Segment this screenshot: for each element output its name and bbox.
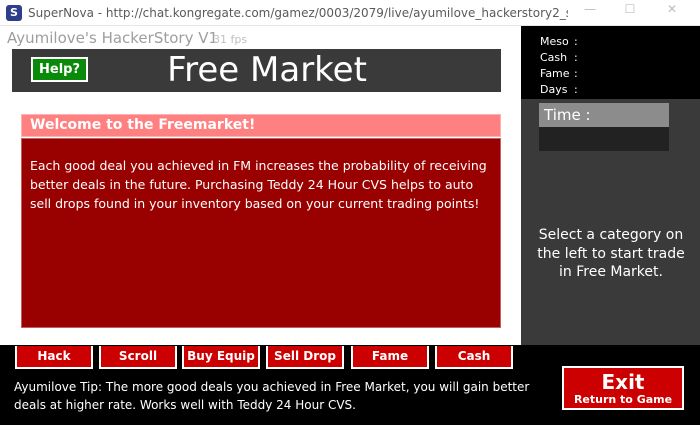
minimize-icon[interactable]: — <box>574 2 606 24</box>
return-to-game-label: Return to Game <box>573 393 673 406</box>
window-titlebar: S SuperNova - http://chat.kongregate.com… <box>0 0 700 26</box>
exit-label: Exit <box>601 370 645 394</box>
stat-separator: : <box>574 35 578 48</box>
category-hack-button[interactable]: Hack <box>15 346 93 369</box>
select-category-message: Select a category on the left to start t… <box>537 227 685 280</box>
category-buy-equip-button[interactable]: Buy Equip <box>182 346 260 369</box>
stat-cash-label: Cash <box>540 51 568 64</box>
welcome-heading: Welcome to the Freemarket! <box>21 114 501 137</box>
fps-counter: 31 fps <box>213 33 248 46</box>
stat-separator: : <box>574 83 578 96</box>
exit-button[interactable]: Exit Return to Game <box>562 366 684 410</box>
category-fame-button[interactable]: Fame <box>351 346 429 369</box>
category-cash-button[interactable]: Cash <box>435 346 513 369</box>
welcome-text: Each good deal you achieved in FM increa… <box>30 158 487 211</box>
help-button[interactable]: Help? <box>31 57 88 82</box>
game-title: Ayumilove's HackerStory V1 <box>7 29 219 47</box>
stat-separator: : <box>574 67 578 80</box>
stat-separator: : <box>574 51 578 64</box>
player-stats: Meso: Cash: Fame: Days: <box>521 26 700 99</box>
stat-days-label: Days <box>540 83 568 96</box>
stat-fame-label: Fame <box>540 67 570 80</box>
category-sell-drop-button[interactable]: Sell Drop <box>266 346 344 369</box>
stat-days: Days: <box>540 83 578 96</box>
supernova-app-icon: S <box>6 5 22 21</box>
market-banner: Help? Free Market <box>12 49 501 92</box>
time-display: Time : <box>539 103 669 151</box>
tip-text: Ayumilove Tip: The more good deals you a… <box>14 380 530 412</box>
category-scroll-button[interactable]: Scroll <box>99 346 177 369</box>
stat-meso: Meso: <box>540 35 578 48</box>
time-label: Time : <box>539 103 669 127</box>
stat-fame: Fame: <box>540 67 578 80</box>
maximize-icon[interactable]: ☐ <box>614 2 646 24</box>
welcome-panel: Each good deal you achieved in FM increa… <box>21 138 501 328</box>
page-title: Free Market <box>167 50 367 90</box>
stat-meso-label: Meso <box>540 35 569 48</box>
window-title: SuperNova - http://chat.kongregate.com/g… <box>28 6 568 20</box>
stat-cash: Cash: <box>540 51 578 64</box>
close-icon[interactable]: ✕ <box>656 2 688 24</box>
